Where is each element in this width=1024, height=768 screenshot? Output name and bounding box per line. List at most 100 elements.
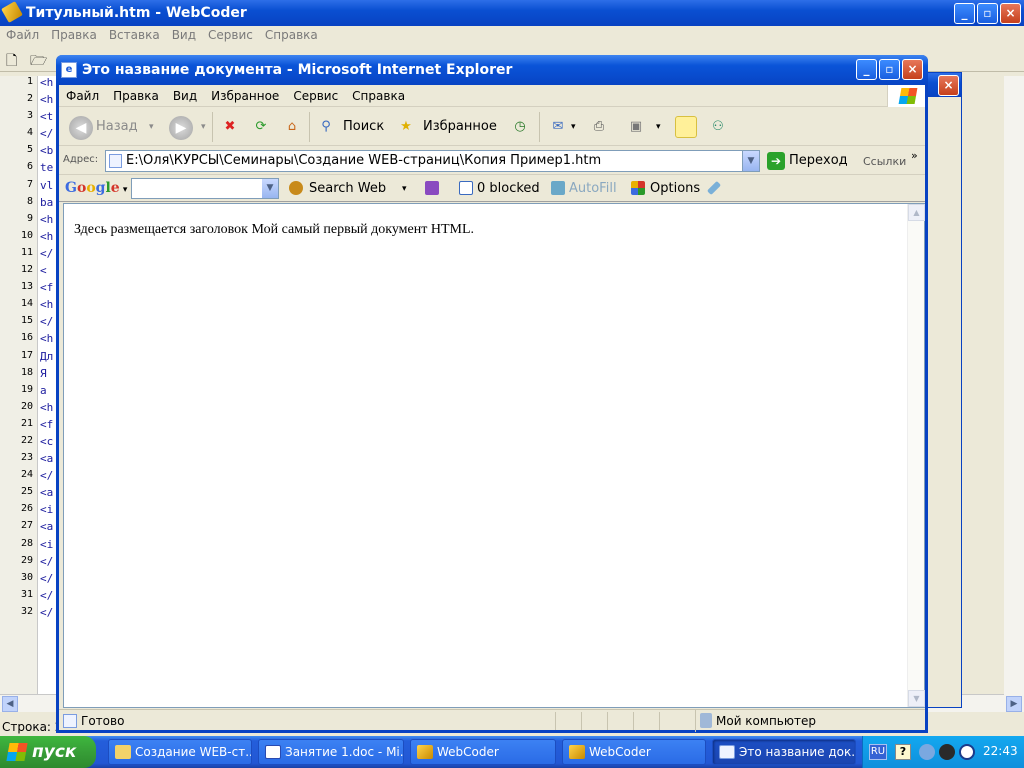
back-dropdown-icon[interactable]: ▾ bbox=[149, 118, 154, 136]
code-line[interactable]: <i bbox=[38, 538, 58, 555]
code-line[interactable]: < bbox=[38, 264, 58, 281]
code-line[interactable]: </ bbox=[38, 589, 58, 606]
code-line[interactable]: Я bbox=[38, 367, 58, 384]
code-line[interactable]: <h bbox=[38, 213, 58, 230]
code-line[interactable]: ba bbox=[38, 196, 58, 213]
taskbar-item-webcoder-1[interactable]: WebCoder bbox=[410, 739, 556, 765]
address-input[interactable]: E:\Оля\КУРСЫ\Семинары\Создание WEB-стран… bbox=[105, 150, 760, 172]
code-line[interactable]: vl bbox=[38, 179, 58, 196]
options-button[interactable]: Options bbox=[650, 181, 700, 197]
ie-menu-edit[interactable]: Правка bbox=[106, 89, 166, 103]
scroll-left-arrow-icon[interactable]: ◀ bbox=[2, 696, 18, 712]
mail-dropdown-icon[interactable]: ▾ bbox=[571, 118, 576, 136]
new-file-icon[interactable]: 🗋 bbox=[6, 50, 17, 74]
ie-menu-file[interactable]: Файл bbox=[59, 89, 106, 103]
webcoder-titlebar[interactable]: Титульный.htm - WebCoder _ ▫ × bbox=[0, 0, 1024, 26]
print-icon[interactable]: ⎙ bbox=[588, 116, 610, 138]
forward-arrow-icon[interactable]: ▶ bbox=[169, 116, 193, 140]
favorites-star-icon[interactable]: ★ bbox=[395, 116, 417, 138]
ie-titlebar[interactable]: e Это название документа - Microsoft Int… bbox=[56, 55, 928, 85]
vertical-scrollbar[interactable]: ▲ ▼ bbox=[907, 204, 925, 707]
mail-icon[interactable]: ✉ bbox=[547, 116, 569, 138]
search-web-dropdown-icon[interactable]: ▾ bbox=[402, 181, 407, 197]
notes-icon[interactable] bbox=[675, 116, 697, 138]
menu-file[interactable]: Файл bbox=[0, 26, 45, 44]
clock-app-icon[interactable] bbox=[959, 744, 975, 760]
scroll-right-arrow-icon[interactable]: ▶ bbox=[1006, 696, 1022, 712]
code-line[interactable]: </ bbox=[38, 555, 58, 572]
history-icon[interactable]: ◷ bbox=[509, 116, 531, 138]
search-web-button[interactable]: Search Web bbox=[309, 181, 386, 197]
google-search-input[interactable]: ▼ bbox=[131, 178, 279, 199]
taskbar-item-word[interactable]: Занятие 1.doc - Mi... bbox=[258, 739, 404, 765]
close-button[interactable]: × bbox=[1000, 3, 1021, 24]
clock[interactable]: 22:43 bbox=[983, 744, 1018, 758]
code-line[interactable]: </ bbox=[38, 469, 58, 486]
code-line[interactable]: </ bbox=[38, 247, 58, 264]
menu-help[interactable]: Справка bbox=[259, 26, 324, 44]
google-search-dropdown-icon[interactable]: ▼ bbox=[262, 179, 278, 198]
autofill-button[interactable]: AutoFill bbox=[569, 181, 617, 197]
forward-dropdown-icon[interactable]: ▾ bbox=[201, 118, 206, 136]
minimize-button[interactable]: _ bbox=[954, 3, 975, 24]
ie-menu-view[interactable]: Вид bbox=[166, 89, 204, 103]
search-button-label[interactable]: Поиск bbox=[343, 118, 384, 136]
code-line[interactable]: <h bbox=[38, 401, 58, 418]
back-button-label[interactable]: Назад bbox=[96, 118, 138, 136]
address-dropdown-icon[interactable]: ▼ bbox=[742, 151, 759, 171]
stop-icon[interactable]: ✖ bbox=[219, 116, 241, 138]
refresh-icon[interactable]: ⟳ bbox=[250, 116, 272, 138]
taskbar-item-folder[interactable]: Создание WEB-ст... bbox=[108, 739, 252, 765]
pagerank-icon[interactable] bbox=[425, 181, 439, 195]
code-line[interactable]: <a bbox=[38, 452, 58, 469]
google-logo[interactable]: Google ▾ bbox=[65, 180, 127, 196]
ie-menu-favorites[interactable]: Избранное bbox=[204, 89, 286, 103]
code-line[interactable]: <a bbox=[38, 486, 58, 503]
code-line[interactable]: <i bbox=[38, 503, 58, 520]
code-line[interactable]: <h bbox=[38, 332, 58, 349]
code-line[interactable]: </ bbox=[38, 606, 58, 623]
ie-close-button[interactable]: × bbox=[902, 59, 923, 80]
go-button[interactable]: ➔ Переход bbox=[767, 152, 848, 170]
code-line[interactable]: </ bbox=[38, 572, 58, 589]
code-editor[interactable]: <h <h <t </<b te vl ba <h <h </< <f <h </<h Дл Яa <h <f <… bbox=[38, 76, 58, 694]
code-line[interactable]: </ bbox=[38, 127, 58, 144]
network-icon[interactable] bbox=[919, 744, 935, 760]
open-folder-icon[interactable]: 🗁 bbox=[30, 50, 47, 74]
code-line[interactable]: <h bbox=[38, 230, 58, 247]
code-line[interactable]: <b bbox=[38, 144, 58, 161]
ie-maximize-button[interactable]: ▫ bbox=[879, 59, 900, 80]
menu-view[interactable]: Вид bbox=[166, 26, 202, 44]
taskbar-item-webcoder-2[interactable]: WebCoder bbox=[562, 739, 706, 765]
code-line[interactable]: <f bbox=[38, 418, 58, 435]
code-line[interactable]: Дл bbox=[38, 350, 58, 367]
help-icon[interactable]: ? bbox=[895, 744, 911, 760]
home-icon[interactable]: ⌂ bbox=[281, 116, 303, 138]
scroll-down-arrow-icon[interactable]: ▼ bbox=[908, 690, 925, 707]
menu-insert[interactable]: Вставка bbox=[103, 26, 166, 44]
code-line[interactable]: <h bbox=[38, 298, 58, 315]
code-line[interactable]: <a bbox=[38, 520, 58, 537]
highlighter-icon[interactable] bbox=[706, 180, 722, 196]
code-line[interactable]: <c bbox=[38, 435, 58, 452]
toolbar-more-icon[interactable]: » bbox=[911, 149, 918, 162]
right-scroll-area[interactable]: ▶ bbox=[1004, 76, 1024, 712]
language-indicator[interactable]: RU bbox=[869, 744, 887, 760]
code-line[interactable]: te bbox=[38, 161, 58, 178]
popup-blocked-count[interactable]: 0 blocked bbox=[477, 181, 540, 197]
ie-menu-tools[interactable]: Сервис bbox=[286, 89, 345, 103]
taskbar-item-ie[interactable]: Это название док... bbox=[712, 739, 856, 765]
start-button[interactable]: пуск bbox=[0, 736, 96, 768]
code-line[interactable]: <t bbox=[38, 110, 58, 127]
code-line[interactable]: a bbox=[38, 384, 58, 401]
search-icon[interactable]: ⚲ bbox=[315, 116, 337, 138]
code-line[interactable]: <f bbox=[38, 281, 58, 298]
volume-icon[interactable] bbox=[939, 744, 955, 760]
ie-minimize-button[interactable]: _ bbox=[856, 59, 877, 80]
scroll-up-arrow-icon[interactable]: ▲ bbox=[908, 204, 925, 221]
edit-dropdown-icon[interactable]: ▾ bbox=[656, 118, 661, 136]
second-ie-close-button[interactable]: × bbox=[938, 75, 959, 96]
back-arrow-icon[interactable]: ◀ bbox=[69, 116, 93, 140]
menu-edit[interactable]: Правка bbox=[45, 26, 103, 44]
messenger-icon[interactable]: ⚇ bbox=[707, 116, 729, 138]
